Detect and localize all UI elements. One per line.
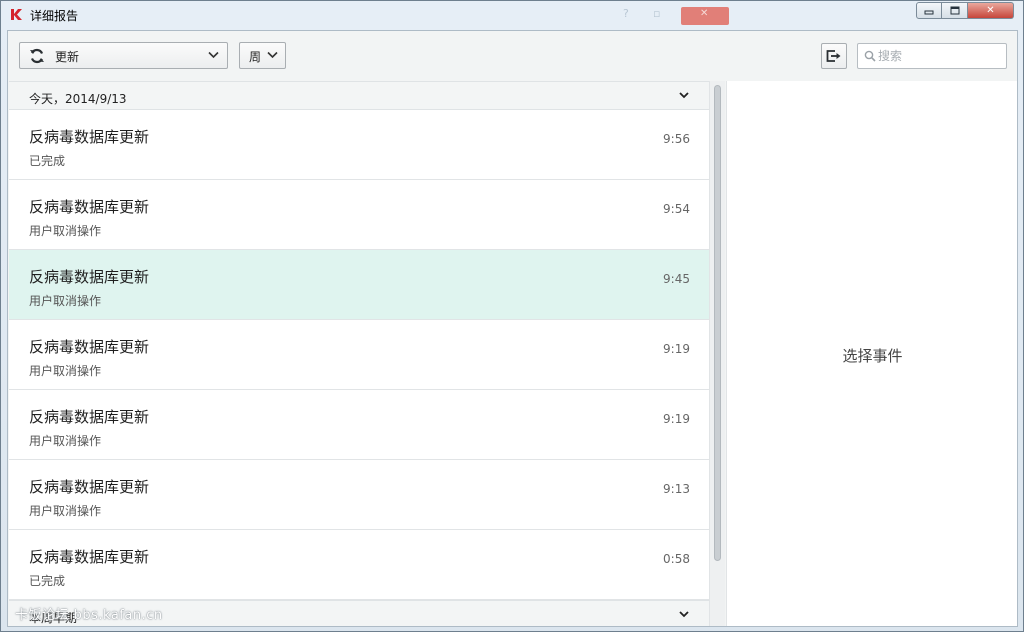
ghost-minimize-icon: ? [623, 7, 629, 20]
event-title: 反病毒数据库更新 [29, 268, 150, 286]
event-title: 反病毒数据库更新 [29, 478, 150, 496]
event-row[interactable]: 反病毒数据库更新 用户取消操作 9:13 [9, 460, 709, 530]
list-scrollbar[interactable] [709, 81, 725, 626]
refresh-icon [30, 48, 44, 64]
chevron-down-icon [679, 92, 689, 99]
window-title: 详细报告 [30, 9, 79, 23]
scrollbar-thumb[interactable] [714, 85, 721, 561]
event-detail-pane: 选择事件 [726, 81, 1017, 626]
close-button[interactable]: ✕ [968, 2, 1014, 19]
event-row[interactable]: 反病毒数据库更新 用户取消操作 9:19 [9, 390, 709, 460]
event-time: 9:19 [663, 342, 690, 356]
event-time: 9:45 [663, 272, 690, 286]
group-header-label: 今天，2014/9/13 [29, 92, 127, 106]
event-status: 已完成 [29, 154, 66, 168]
export-icon [826, 50, 841, 62]
event-row[interactable]: 反病毒数据库更新 已完成 0:58 [9, 530, 709, 600]
event-title: 反病毒数据库更新 [29, 548, 150, 566]
search-input[interactable] [878, 47, 998, 65]
period-label: 周 [249, 50, 262, 64]
event-title: 反病毒数据库更新 [29, 128, 150, 146]
event-status: 已完成 [29, 574, 66, 588]
export-button[interactable] [821, 43, 847, 69]
chevron-down-icon [679, 611, 689, 618]
event-title: 反病毒数据库更新 [29, 198, 150, 216]
kaspersky-logo-icon [11, 9, 22, 20]
event-time: 0:58 [663, 552, 690, 566]
update-filter-label: 更新 [55, 50, 80, 64]
event-row[interactable]: 反病毒数据库更新 用户取消操作 9:19 [9, 320, 709, 390]
minimize-icon [924, 10, 934, 14]
select-event-placeholder: 选择事件 [842, 347, 903, 365]
maximize-icon [950, 6, 959, 15]
ghost-close-icon [681, 7, 729, 25]
event-status: 用户取消操作 [29, 504, 102, 518]
event-status: 用户取消操作 [29, 434, 102, 448]
chevron-down-icon [208, 51, 219, 59]
toolbar: 更新 周 [8, 31, 1017, 81]
event-time: 9:56 [663, 132, 690, 146]
maximize-button[interactable] [942, 2, 968, 19]
event-status: 用户取消操作 [29, 294, 102, 308]
event-list: 今天，2014/9/13 反病毒数据库更新 已完成 9:56 反病毒数据库更新 … [9, 81, 709, 626]
title-bar: 详细报告 ? ▫ ✕ [1, 1, 1023, 29]
event-row[interactable]: 反病毒数据库更新 已完成 9:56 [9, 110, 709, 180]
minimize-button[interactable] [916, 2, 942, 19]
search-icon [864, 50, 876, 62]
update-filter-dropdown[interactable]: 更新 [19, 42, 228, 69]
ghost-window-controls: ? ▫ [623, 7, 729, 25]
close-icon: ✕ [986, 5, 995, 16]
period-dropdown[interactable]: 周 [239, 42, 286, 69]
event-status: 用户取消操作 [29, 364, 102, 378]
event-title: 反病毒数据库更新 [29, 338, 150, 356]
report-client-area: 更新 周 搜索 今天，2014/9/13 反病毒数据库更新 已完成 9:56 反… [7, 30, 1018, 627]
event-row-selected[interactable]: 反病毒数据库更新 用户取消操作 9:45 [9, 250, 709, 320]
event-title: 反病毒数据库更新 [29, 408, 150, 426]
search-box[interactable] [857, 43, 1007, 69]
event-row[interactable]: 反病毒数据库更新 用户取消操作 9:54 [9, 180, 709, 250]
chevron-down-icon [267, 51, 278, 59]
event-time: 9:13 [663, 482, 690, 496]
group-header-today[interactable]: 今天，2014/9/13 [9, 81, 709, 110]
event-time: 9:54 [663, 202, 690, 216]
window-controls: ✕ [916, 2, 1014, 21]
forum-watermark: 卡饭论坛 bbs.kafan.cn [15, 608, 163, 623]
event-time: 9:19 [663, 412, 690, 426]
event-status: 用户取消操作 [29, 224, 102, 238]
window: 详细报告 ? ▫ ✕ ✕ 更新 周 搜索 今天，2014/9/13 反病毒数据库… [0, 0, 1024, 632]
ghost-restore-icon: ▫ [653, 7, 661, 20]
